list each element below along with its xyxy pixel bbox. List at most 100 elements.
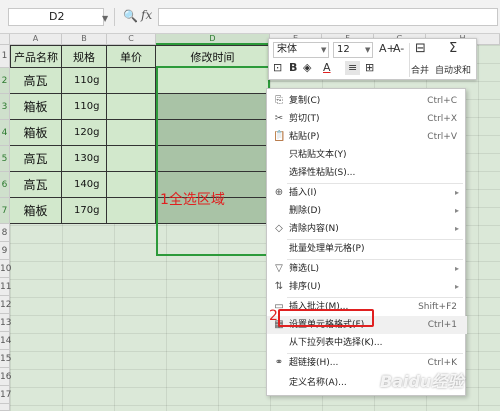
filter-icon: ▽ (275, 263, 283, 274)
clear-icon: ◇ (275, 223, 283, 234)
menu-item-label: 选择性粘贴(S)... (289, 168, 356, 178)
row-header-17[interactable]: 17 (0, 386, 11, 404)
align-center-icon[interactable]: ≡ (345, 61, 361, 75)
submenu-arrow-icon: ▸ (454, 264, 459, 273)
shortcut-label: Ctrl+X (427, 114, 457, 124)
menu-item-sort[interactable]: ⇅ 排序(U) ▸ (267, 278, 467, 296)
table-cell[interactable] (107, 68, 156, 94)
row-header-12[interactable]: 12 (0, 296, 11, 314)
row-header-2[interactable]: 2 (0, 68, 10, 94)
row-header-18[interactable] (0, 404, 10, 411)
menu-item-label: 超链接(H)... (289, 358, 339, 368)
column-header-c[interactable]: C (107, 34, 156, 45)
chevron-down-icon[interactable]: ▼ (321, 46, 326, 54)
insert-icon: ⊕ (274, 187, 284, 198)
menu-item-label: 清除内容(N) (289, 224, 339, 234)
divider (409, 43, 410, 77)
menu-item-copy[interactable]: ⎘ 复制(C) Ctrl+C (267, 92, 467, 110)
table-cell[interactable]: 箱板 (10, 198, 62, 224)
border-icon[interactable]: ⊞ (365, 61, 374, 75)
row-header-13[interactable]: 13 (0, 314, 11, 332)
table-cell[interactable]: 箱板 (10, 94, 62, 120)
row-header-3[interactable]: 3 (0, 94, 10, 120)
column-header-a[interactable]: A (10, 34, 62, 45)
menu-item-pick-list[interactable]: 从下拉列表中选择(K)... (267, 334, 467, 352)
annotation-step-2: 2 (269, 308, 278, 324)
table-cell[interactable]: 130g (62, 146, 107, 172)
menu-item-filter[interactable]: ▽ 筛选(L) ▸ (267, 260, 467, 278)
row-header-11[interactable]: 11 (0, 278, 11, 296)
header-cell-name[interactable]: 产品名称 (10, 45, 62, 68)
row-header-6[interactable]: 6 (0, 172, 10, 198)
table-cell[interactable]: 110g (62, 94, 107, 120)
row-header-8[interactable]: 8 (0, 224, 10, 242)
menu-item-delete[interactable]: 删除(D) ▸ (267, 202, 467, 220)
name-box[interactable]: D2 (8, 8, 104, 26)
table-cell[interactable] (107, 94, 156, 120)
table-cell[interactable]: 170g (62, 198, 107, 224)
row-header-4[interactable]: 4 (0, 120, 10, 146)
merge-icon[interactable]: ⊟ (415, 42, 426, 56)
menu-item-label: 筛选(L) (289, 264, 320, 274)
row-header-1[interactable]: 1 (0, 45, 10, 68)
table-cell[interactable]: 高瓦 (10, 146, 62, 172)
table-cell[interactable] (107, 172, 156, 198)
menu-item-label: 从下拉列表中选择(K)... (289, 338, 383, 348)
column-header-d[interactable]: D (156, 34, 270, 45)
submenu-arrow-icon: ▸ (454, 224, 459, 233)
menu-item-label: 插入(I) (289, 188, 317, 198)
menu-item-batch[interactable]: 批量处理单元格(P) (267, 240, 467, 258)
annotation-select-area: 1全选区域 (160, 192, 225, 208)
format-painter-icon[interactable]: ⊡ (273, 61, 282, 75)
table-cell[interactable]: 140g (62, 172, 107, 198)
zoom-icon[interactable]: 🔍 (123, 9, 138, 23)
table-cell[interactable]: 箱板 (10, 120, 62, 146)
row-header-9[interactable]: 9 (0, 242, 10, 260)
menu-item-paste-text[interactable]: 只粘贴文本(Y) (267, 146, 467, 164)
chevron-down-icon[interactable]: ▼ (102, 14, 108, 23)
font-color-icon[interactable]: A (323, 61, 331, 75)
shortcut-label: Ctrl+V (427, 132, 457, 142)
menu-item-label: 剪切(T) (289, 114, 320, 124)
shrink-font-button[interactable]: A- (393, 42, 404, 56)
row-header-10[interactable]: 10 (0, 260, 11, 278)
header-cell-price[interactable]: 单价 (107, 45, 156, 68)
header-cell-spec[interactable]: 规格 (62, 45, 107, 68)
mini-toolbar: 宋体 ▼ 12 ▼ A+ A- ⊡ B ◈ A ≡ ⊞ ⊟ 合并 Σ 自动求和 (268, 38, 477, 80)
cut-icon: ✂ (274, 113, 284, 124)
row-header-16[interactable]: 16 (0, 368, 11, 386)
row-header-14[interactable]: 14 (0, 332, 11, 350)
menu-item-cut[interactable]: ✂ 剪切(T) Ctrl+X (267, 110, 467, 128)
row-header-7[interactable]: 7 (0, 198, 10, 224)
formula-input[interactable] (158, 8, 498, 26)
table-cell[interactable] (107, 198, 156, 224)
table-cell[interactable]: 高瓦 (10, 172, 62, 198)
menu-item-insert[interactable]: ⊕ 插入(I) ▸ (267, 184, 467, 202)
autosum-button[interactable]: 自动求和 (435, 63, 471, 76)
menu-item-clear[interactable]: ◇ 清除内容(N) ▸ (267, 220, 467, 238)
table-cell[interactable] (107, 120, 156, 146)
table-cell[interactable]: 高瓦 (10, 68, 62, 94)
row-header-5[interactable]: 5 (0, 146, 10, 172)
menu-item-paste[interactable]: 📋 粘贴(P) Ctrl+V (267, 128, 467, 146)
chevron-down-icon[interactable]: ▼ (365, 46, 370, 54)
table-cell[interactable]: 120g (62, 120, 107, 146)
paste-icon: 📋 (273, 131, 286, 142)
selection-outline (156, 66, 270, 256)
sum-icon[interactable]: Σ (449, 42, 457, 56)
table-cell[interactable]: 110g (62, 68, 107, 94)
sort-icon: ⇅ (274, 281, 284, 292)
select-all-corner[interactable] (0, 34, 10, 45)
menu-item-label: 删除(D) (289, 206, 321, 216)
context-menu: ⎘ 复制(C) Ctrl+C ✂ 剪切(T) Ctrl+X 📋 粘贴(P) Ct… (266, 88, 467, 396)
menu-item-label: 粘贴(P) (289, 132, 320, 142)
fill-color-icon[interactable]: ◈ (303, 61, 311, 75)
header-cell-modified[interactable]: 修改时间 (156, 45, 270, 68)
row-header-15[interactable]: 15 (0, 350, 11, 368)
menu-item-paste-special[interactable]: 选择性粘贴(S)... (267, 164, 467, 182)
bold-button[interactable]: B (289, 61, 297, 75)
column-header-b[interactable]: B (62, 34, 107, 45)
merge-button[interactable]: 合并 (411, 63, 429, 76)
table-cell[interactable] (107, 146, 156, 172)
fx-icon[interactable]: fx (141, 8, 152, 22)
